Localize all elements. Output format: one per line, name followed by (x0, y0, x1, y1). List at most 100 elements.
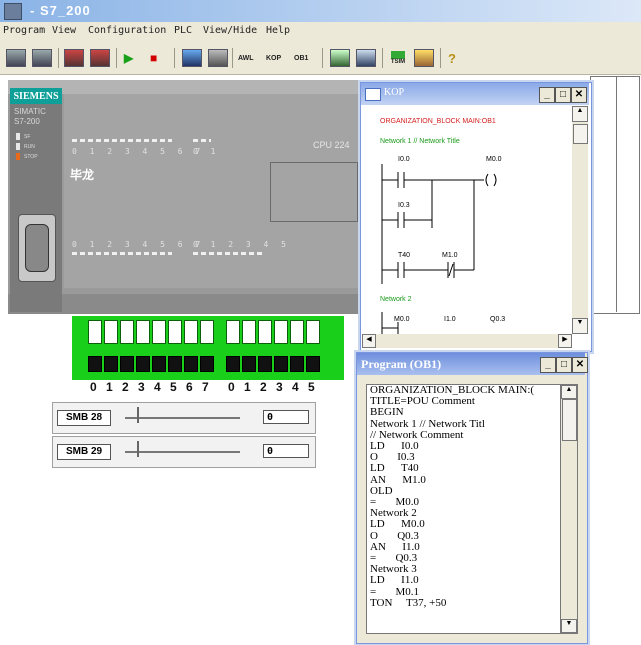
switch-label-a-6: 6 (186, 380, 193, 394)
display-button[interactable] (356, 48, 376, 68)
menu-configuration[interactable]: Configuration (88, 25, 166, 36)
kop-maximize-button[interactable]: □ (555, 87, 571, 103)
output-leds-b (193, 252, 263, 255)
cpu-button[interactable] (208, 48, 228, 68)
display-icon (356, 49, 376, 67)
load-plc-button[interactable] (64, 48, 84, 68)
switch-label-b-1: 1 (244, 380, 251, 394)
kop-button[interactable]: KOP (266, 48, 281, 68)
menu-help[interactable]: Help (266, 25, 290, 36)
scroll-left-icon[interactable]: ◀ (362, 334, 376, 348)
awl-button[interactable]: AWL (238, 48, 254, 68)
program-close-button[interactable]: ✕ (572, 357, 588, 373)
kop-horizontal-scrollbar[interactable]: ◀ ▶ (362, 334, 572, 348)
smb29-track (125, 451, 240, 453)
help-button[interactable]: ? (448, 48, 456, 68)
input-switch-b-0[interactable] (226, 320, 240, 344)
upload-plc-button[interactable] (90, 48, 110, 68)
monitor-button[interactable] (182, 48, 202, 68)
config-button[interactable] (414, 48, 434, 68)
input-switch-b-4[interactable] (290, 320, 304, 344)
input-switch-a-1[interactable] (104, 320, 118, 344)
switch-label-a-3: 3 (138, 380, 145, 394)
switch-base-a-4 (152, 356, 166, 372)
switch-base-a-6 (184, 356, 198, 372)
kop-scroll-thumb[interactable] (573, 124, 588, 144)
scroll-right-icon[interactable]: ▶ (558, 334, 572, 348)
scroll-down-icon[interactable]: ▼ (572, 318, 588, 334)
program-minimize-button[interactable]: _ (540, 357, 556, 373)
plc-model: SIMATIC S7-200 (14, 107, 46, 127)
switch-base-b-1 (242, 356, 256, 372)
input-switch-a-6[interactable] (184, 320, 198, 344)
output-digits-b: 0 1 2 3 4 5 (193, 240, 290, 249)
smb28-value[interactable]: 0 (263, 410, 309, 424)
cpu-icon (208, 49, 228, 67)
smb28-slider[interactable] (137, 407, 139, 423)
switch-label-b-0: 0 (228, 380, 235, 394)
program-title: Program (OB1) (361, 357, 442, 371)
switch-label-a-5: 5 (170, 380, 177, 394)
output-leds-a (72, 252, 172, 255)
stop-label: STOP (24, 154, 38, 160)
menu-program[interactable]: Program (3, 25, 45, 36)
stop-button[interactable]: ■ (150, 48, 157, 68)
open-program-button[interactable] (6, 48, 26, 68)
sf-label: SF (24, 134, 31, 140)
run-button[interactable]: ▶ (124, 48, 133, 68)
stop-led (16, 153, 20, 160)
input-switch-a-0[interactable] (88, 320, 102, 344)
save-icon (32, 49, 52, 67)
smb28-label: SMB 28 (57, 410, 111, 426)
kop-minimize-button[interactable]: _ (539, 87, 555, 103)
switch-base-b-5 (306, 356, 320, 372)
plc-chinese-label: 毕龙 (70, 168, 95, 182)
serial-port-connector-icon (25, 224, 49, 272)
switch-base-a-1 (104, 356, 118, 372)
kop-vertical-scrollbar[interactable]: ▲ ▼ (572, 106, 588, 334)
input-switch-a-3[interactable] (136, 320, 150, 344)
model-line-2: S7-200 (14, 117, 40, 126)
smb29-value[interactable]: 0 (263, 444, 309, 458)
kop-close-button[interactable]: ✕ (571, 87, 587, 103)
tsim-icon (391, 51, 405, 59)
switch-label-a-2: 2 (122, 380, 129, 394)
switch-label-a-1: 1 (106, 380, 113, 394)
input-leds-b (193, 139, 211, 142)
tsim-button[interactable]: TSIM (388, 48, 408, 68)
program-scroll-thumb[interactable] (562, 399, 577, 441)
menu-view-hide[interactable]: View/Hide (203, 25, 257, 36)
maximize-icon: □ (559, 89, 567, 100)
stop-icon: ■ (150, 51, 158, 65)
state-table-button[interactable] (330, 48, 350, 68)
input-switch-b-1[interactable] (242, 320, 256, 344)
kop-ladder-area[interactable]: ORGANIZATION_BLOCK MAIN:OB1 Network 1 //… (362, 106, 572, 334)
program-listing[interactable]: ORGANIZATION_BLOCK MAIN:(TITLE=POU Comme… (366, 384, 562, 634)
close-icon: ✕ (575, 359, 585, 370)
input-switch-a-5[interactable] (168, 320, 182, 344)
app-icon (4, 3, 22, 20)
switch-base-a-3 (136, 356, 150, 372)
program-vertical-scrollbar[interactable]: ▲ ▼ (560, 384, 578, 634)
open-icon (6, 49, 26, 67)
switch-label-b-3: 3 (276, 380, 283, 394)
scroll-down-icon[interactable]: ▼ (561, 619, 577, 633)
plc-load-icon (64, 49, 84, 67)
input-switch-a-2[interactable] (120, 320, 134, 344)
input-switch-b-3[interactable] (274, 320, 288, 344)
save-program-button[interactable] (32, 48, 52, 68)
program-line: LD M0.0 (370, 518, 425, 531)
input-switch-a-4[interactable] (152, 320, 166, 344)
input-switch-b-2[interactable] (258, 320, 272, 344)
switch-label-b-5: 5 (308, 380, 315, 394)
input-switch-b-5[interactable] (306, 320, 320, 344)
input-switch-a-7[interactable] (200, 320, 214, 344)
smb29-slider[interactable] (137, 441, 139, 457)
program-line: AN M1.0 (370, 473, 426, 486)
scroll-up-icon[interactable]: ▲ (561, 385, 577, 399)
ob1-button[interactable]: OB1 (294, 48, 308, 68)
menu-view[interactable]: View (52, 25, 76, 36)
scroll-up-icon[interactable]: ▲ (572, 106, 588, 122)
program-maximize-button[interactable]: □ (556, 357, 572, 373)
menu-plc[interactable]: PLC (174, 25, 192, 36)
